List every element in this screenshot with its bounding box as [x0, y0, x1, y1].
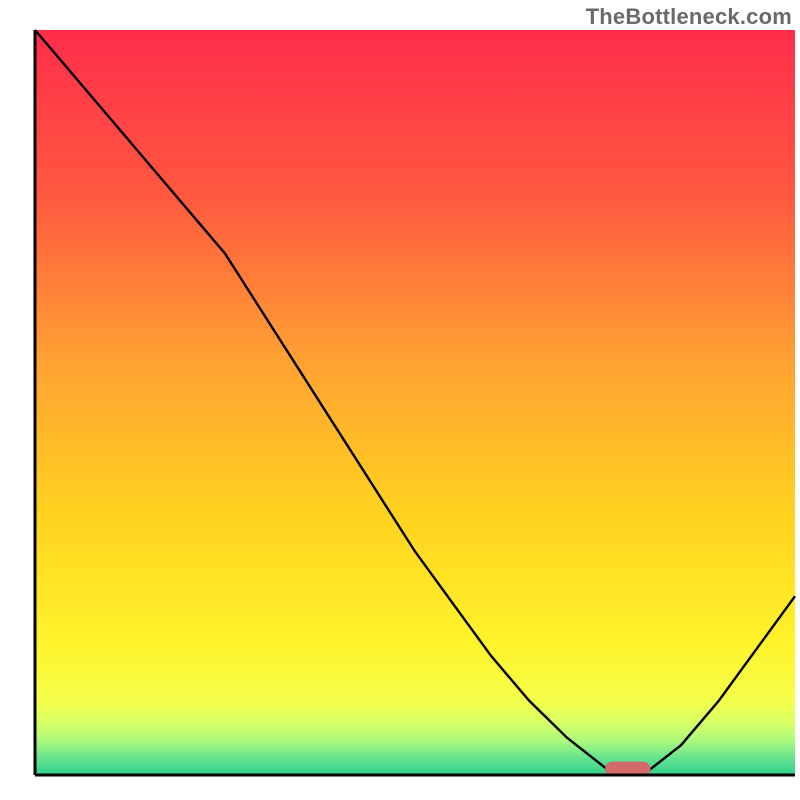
chart-svg — [0, 0, 800, 800]
plot-background — [35, 30, 795, 775]
chart-container: TheBottleneck.com — [0, 0, 800, 800]
watermark: TheBottleneck.com — [586, 4, 792, 30]
